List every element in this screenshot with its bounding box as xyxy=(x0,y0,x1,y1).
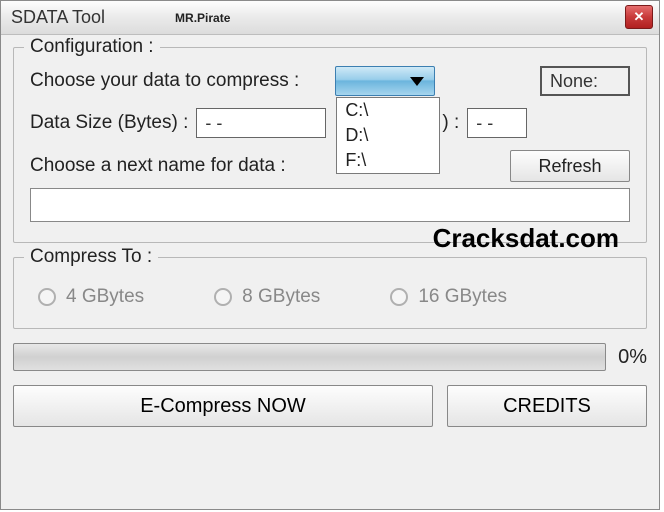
radio-16gb[interactable]: 16 GBytes xyxy=(390,286,507,308)
choose-row: Choose your data to compress : C:\ D:\ F… xyxy=(30,66,630,96)
radio-label: 4 GBytes xyxy=(66,286,144,308)
refresh-button[interactable]: Refresh xyxy=(510,150,630,182)
bottom-buttons: E-Compress NOW CREDITS xyxy=(13,385,647,427)
size-label: Data Size (Bytes) : xyxy=(30,112,188,134)
name-label: Choose a next name for data : xyxy=(30,155,286,177)
close-icon: ✕ xyxy=(634,9,645,25)
none-label: None: xyxy=(550,71,598,92)
drive-dropdown-list: C:\ D:\ F:\ xyxy=(336,97,440,174)
data-size-field-2[interactable]: - - xyxy=(467,108,527,138)
configuration-group: Configuration : Choose your data to comp… xyxy=(13,47,647,243)
drive-combobox[interactable]: C:\ D:\ F:\ xyxy=(335,66,435,96)
radio-row: 4 GBytes 8 GBytes 16 GBytes xyxy=(30,276,630,312)
drive-option[interactable]: D:\ xyxy=(337,123,439,148)
drive-option[interactable]: C:\ xyxy=(337,98,439,123)
watermark-text: Cracksdat.com xyxy=(433,223,619,254)
radio-8gb[interactable]: 8 GBytes xyxy=(214,286,320,308)
radio-icon xyxy=(214,288,232,306)
radio-icon xyxy=(390,288,408,306)
credits-button[interactable]: CREDITS xyxy=(447,385,647,427)
ecompress-button[interactable]: E-Compress NOW xyxy=(13,385,433,427)
name-input[interactable] xyxy=(30,188,630,222)
client-area: Configuration : Choose your data to comp… xyxy=(1,35,659,509)
progress-bar xyxy=(13,343,606,371)
drive-option[interactable]: F:\ xyxy=(337,148,439,173)
data-size-value-2: - - xyxy=(476,113,493,134)
none-box: None: xyxy=(540,66,630,96)
compress-group: Compress To : 4 GBytes 8 GBytes 16 GByte… xyxy=(13,257,647,329)
size-row: Data Size (Bytes) : - - ) : - - xyxy=(30,108,630,138)
credits-label: CREDITS xyxy=(503,395,591,418)
main-window: SDATA Tool MR.Pirate ✕ Configuration : C… xyxy=(0,0,660,510)
data-size-field[interactable]: - - xyxy=(196,108,326,138)
radio-label: 16 GBytes xyxy=(418,286,507,308)
compress-title: Compress To : xyxy=(24,246,158,268)
name-row: Choose a next name for data : Refresh xyxy=(30,150,630,182)
radio-label: 8 GBytes xyxy=(242,286,320,308)
progress-percent: 0% xyxy=(618,346,647,369)
data-size-value: - - xyxy=(205,113,222,134)
window-subtitle: MR.Pirate xyxy=(175,11,230,25)
radio-icon xyxy=(38,288,56,306)
chevron-down-icon xyxy=(410,77,424,86)
size-paren: ) : xyxy=(442,112,459,134)
radio-4gb[interactable]: 4 GBytes xyxy=(38,286,144,308)
progress-row: 0% xyxy=(13,343,647,371)
titlebar: SDATA Tool MR.Pirate ✕ xyxy=(1,1,659,35)
choose-label: Choose your data to compress : xyxy=(30,70,299,92)
ecompress-label: E-Compress NOW xyxy=(140,395,306,418)
window-title: SDATA Tool xyxy=(11,7,105,28)
configuration-title: Configuration : xyxy=(24,36,160,58)
refresh-label: Refresh xyxy=(538,156,601,177)
close-button[interactable]: ✕ xyxy=(625,5,653,29)
